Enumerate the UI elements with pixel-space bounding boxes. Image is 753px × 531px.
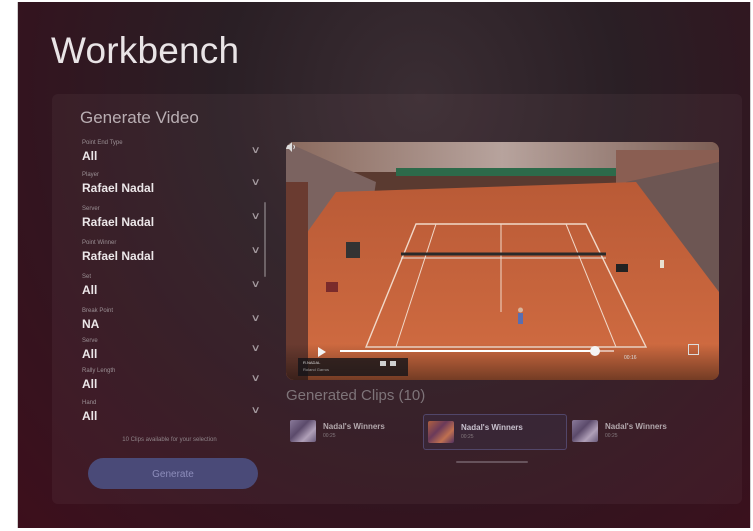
filter-break-point[interactable]: Break Point NA ∨ [82,308,260,338]
generate-button[interactable]: Generate [88,458,258,489]
filter-label: Hand [82,400,97,406]
chevron-down-icon[interactable]: ∨ [250,343,260,354]
chevron-down-icon[interactable]: ∨ [250,313,260,324]
volume-icon[interactable] [286,142,296,152]
video-player[interactable]: R.NADAL Roland Garros 00:16 [286,142,719,380]
filter-point-end-type[interactable]: Point End Type All ∨ [82,140,260,170]
clip-thumbnail [290,420,316,442]
video-progress-bar[interactable] [340,346,614,356]
chevron-down-icon[interactable]: ∨ [250,145,260,156]
fullscreen-icon[interactable] [688,344,699,355]
progress-knob[interactable] [589,346,600,356]
clip-thumbnail [572,420,598,442]
chevron-down-icon[interactable]: ∨ [250,373,260,384]
score-cell [380,361,386,366]
filter-value: Rafael Nadal [82,181,155,195]
app-title: Workbench [51,30,240,71]
filter-player[interactable]: Player Rafael Nadal ∨ [82,172,260,202]
generated-clips-title: Generated Clips (10) [286,387,426,404]
filter-value: Rafael Nadal [82,249,155,263]
scoreboard-overlay: R.NADAL Roland Garros [298,358,408,376]
score-line-2: Roland Garros [303,367,330,372]
app-window: Workbench Generate Video Point End Type … [17,2,751,528]
play-icon[interactable] [318,347,326,357]
clip-card[interactable]: Nadal's Winners 00:25 [568,414,710,448]
filter-label: Server [82,206,100,212]
filter-rally-length[interactable]: Rally Length All ∨ [82,368,260,398]
score-line-1: R.NADAL [303,360,321,365]
available-clips-text: 10 Clips available for your selection [122,437,217,443]
filter-label: Point Winner [82,240,117,246]
chevron-down-icon[interactable]: ∨ [250,405,260,416]
filter-value: All [82,283,98,297]
filter-label: Player [82,172,100,178]
filter-point-winner[interactable]: Point Winner Rafael Nadal ∨ [82,240,260,270]
filter-value: All [82,149,98,163]
chevron-down-icon[interactable]: ∨ [250,245,260,256]
filter-value: All [82,409,98,423]
clip-duration: 00:25 [461,434,474,440]
clip-name: Nadal's Winners [605,422,667,431]
filter-label: Serve [82,338,98,344]
clip-name: Nadal's Winners [461,423,523,432]
clip-duration: 00:25 [605,433,618,439]
clips-scrollbar[interactable] [456,461,528,463]
filter-set[interactable]: Set All ∨ [82,274,260,304]
filter-value: NA [82,317,100,331]
clip-name: Nadal's Winners [323,422,385,431]
filter-value: All [82,377,98,391]
video-time: 00:16 [624,355,637,361]
clip-duration: 00:25 [323,433,336,439]
clip-thumbnail [428,421,454,443]
filter-label: Break Point [82,308,114,314]
filter-hand[interactable]: Hand All ∨ [82,400,260,430]
panel-title: Generate Video [80,108,199,127]
clip-card[interactable]: Nadal's Winners 00:25 [286,414,428,448]
filter-serve[interactable]: Serve All ∨ [82,338,260,368]
chevron-down-icon[interactable]: ∨ [250,177,260,188]
score-cell [390,361,396,366]
chevron-down-icon[interactable]: ∨ [250,211,260,222]
chevron-down-icon[interactable]: ∨ [250,279,260,290]
clip-card-selected[interactable]: Nadal's Winners 00:25 [423,414,567,450]
progress-fill [340,350,595,352]
filter-label: Rally Length [82,368,116,374]
filter-label: Set [82,274,92,280]
filter-value: All [82,347,98,361]
filter-label: Point End Type [82,140,123,146]
filter-value: Rafael Nadal [82,215,155,229]
filter-server[interactable]: Server Rafael Nadal ∨ [82,206,260,236]
filters-scrollbar[interactable] [264,202,266,277]
